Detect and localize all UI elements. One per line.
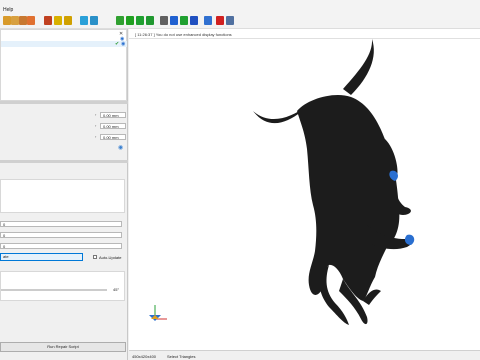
settings-dropdown-icon[interactable]	[226, 16, 234, 25]
splitter[interactable]	[0, 160, 128, 163]
auto-update-checkbox[interactable]	[93, 255, 97, 259]
globe-icon[interactable]	[44, 16, 52, 25]
cross-icon[interactable]	[216, 16, 224, 25]
repair-input-2[interactable]: 0	[0, 232, 122, 238]
left-panel: ✕ ◉ ✔ ◉ › 0.00 mm › 0.00 mm › 0.00 mm ◉ …	[0, 29, 128, 360]
project-tree[interactable]: ✕ ◉ ✔ ◉	[0, 29, 127, 101]
settings-icon[interactable]: ◉	[121, 41, 125, 47]
axis-gizmo	[149, 305, 167, 321]
fill-icon[interactable]	[116, 16, 124, 25]
apply-icon[interactable]: ◉	[118, 144, 123, 151]
bull-model[interactable]	[129, 29, 480, 350]
triangle-blue3-icon[interactable]	[204, 16, 212, 25]
new-doc-icon[interactable]	[3, 16, 11, 25]
status-mode: Select Triangles	[167, 354, 196, 359]
triangle-gray-icon[interactable]	[160, 16, 168, 25]
bull-body	[297, 94, 400, 301]
angle-box: 45°	[0, 271, 125, 301]
zoom-icon[interactable]	[64, 16, 72, 25]
triangle-blue-icon[interactable]	[170, 16, 178, 25]
offset-x-input[interactable]: 0.00 mm	[100, 112, 126, 118]
select-icon[interactable]	[80, 16, 88, 25]
status-bar: 450x420x400 Select Triangles	[129, 350, 480, 360]
triangle-blue2-icon[interactable]	[190, 16, 198, 25]
arrow-left-icon[interactable]	[54, 16, 62, 25]
triangle-green3-icon[interactable]	[180, 16, 188, 25]
save-icon[interactable]	[19, 16, 27, 25]
arrow-right-icon[interactable]: ›	[95, 123, 96, 128]
log-message: [ 11:26:37 ] You do not use enhanced dis…	[135, 32, 232, 37]
log-bar: [ 11:26:37 ] You do not use enhanced dis…	[129, 29, 480, 39]
angle-slider-track[interactable]	[1, 289, 107, 291]
triangle-green-icon[interactable]	[136, 16, 144, 25]
run-repair-script-button[interactable]: Run Repair Script	[0, 342, 126, 352]
splitter[interactable]	[0, 101, 128, 104]
tree-row-selected[interactable]	[1, 41, 127, 47]
transform-section: › 0.00 mm › 0.00 mm › 0.00 mm ◉	[0, 105, 128, 157]
horn-right	[343, 39, 374, 95]
offset-y-input[interactable]: 0.00 mm	[100, 123, 126, 129]
check-icon[interactable]: ✔	[115, 41, 119, 47]
toolbar	[0, 13, 480, 29]
menu-bar: Help	[0, 0, 480, 14]
open-icon[interactable]	[11, 16, 19, 25]
repair-info-box	[0, 179, 125, 213]
triangle-green2-icon[interactable]	[146, 16, 154, 25]
update-button[interactable]: ate	[0, 253, 83, 261]
arrow-right-icon[interactable]: ›	[95, 134, 96, 139]
leg-upper-right	[385, 139, 411, 215]
select-region-icon[interactable]	[90, 16, 98, 25]
auto-update-label: Auto-Update	[99, 255, 122, 260]
repair-input-1[interactable]: 0	[0, 221, 122, 227]
angle-value: 45°	[113, 287, 120, 292]
3d-viewport[interactable]	[129, 29, 480, 350]
offset-z-input[interactable]: 0.00 mm	[100, 134, 126, 140]
print-icon[interactable]	[27, 16, 35, 25]
status-resolution: 450x420x400	[132, 354, 157, 359]
repair-input-3[interactable]: 0	[0, 243, 122, 249]
arrow-right-icon[interactable]: ›	[95, 112, 96, 117]
paint-icon[interactable]	[126, 16, 134, 25]
